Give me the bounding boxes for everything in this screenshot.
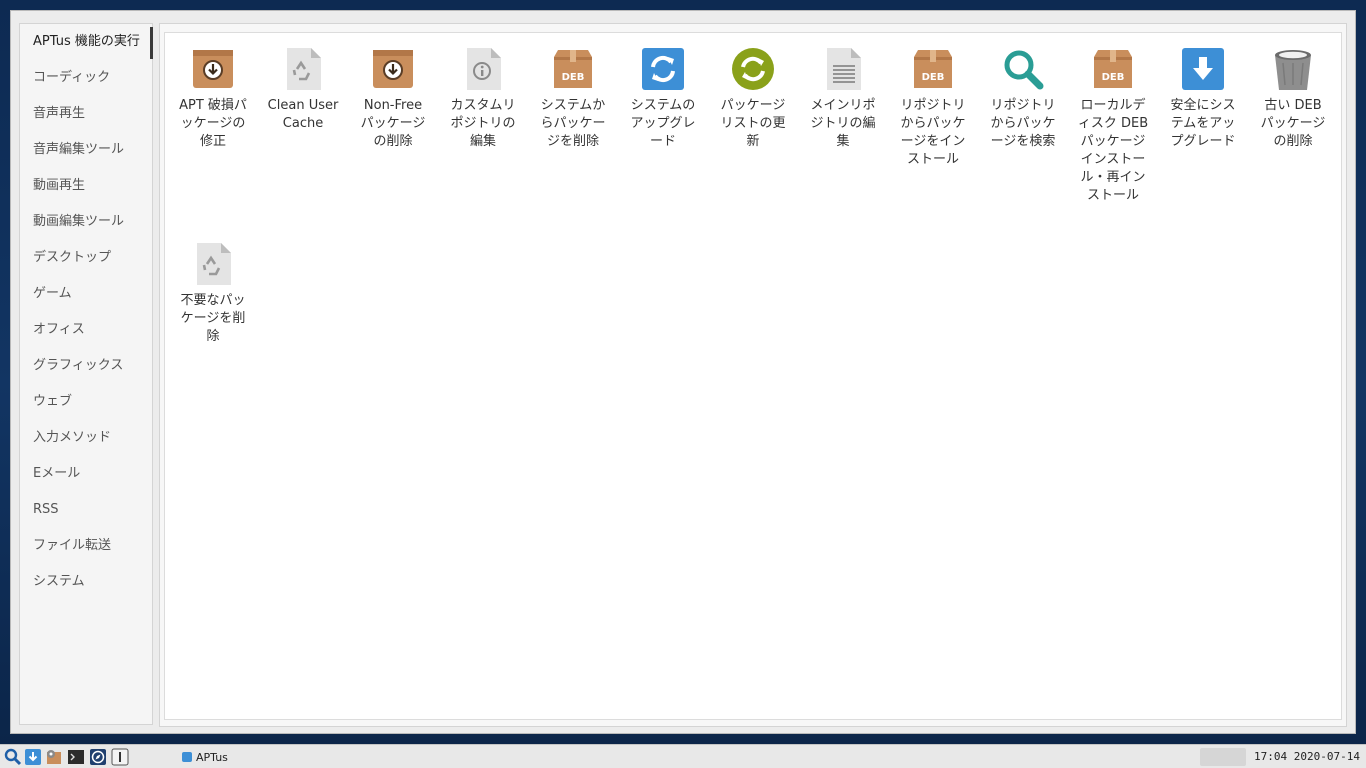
sidebar-item-6[interactable]: デスクトップ [20,240,152,276]
download-icon[interactable] [24,748,42,766]
svg-text:DEB: DEB [1102,72,1125,83]
deb-package-icon: DEB [911,47,955,91]
info-icon[interactable] [111,748,129,766]
browser-icon[interactable] [89,748,107,766]
system-tray[interactable] [1200,748,1246,766]
app-tile-10[interactable]: DEB ローカルディスク DEB パッケージ インストール・再インストール [1073,47,1153,205]
app-tile-6[interactable]: パッケージリストの更新 [713,47,793,151]
taskbar-task-label: APTus [196,750,228,764]
package-manager-icon[interactable] [45,748,63,766]
app-label: ローカルディスク DEB パッケージ インストール・再インストール [1077,98,1149,203]
search-icon [1001,47,1045,91]
deb-package-icon: DEB [551,47,595,91]
app-tile-13[interactable]: 不要なパッケージを削除 [173,242,253,346]
search-icon[interactable] [4,748,22,766]
app-label: パッケージリストの更新 [720,98,786,149]
app-tile-5[interactable]: システムのアップグレード [623,47,703,151]
category-sidebar: APTus 機能の実行 コーディック 音声再生 音声編集ツール 動画再生 動画編集ツールデ… [19,23,153,725]
terminal-icon[interactable] [67,748,85,766]
sidebar-item-5[interactable]: 動画編集ツール [20,204,152,240]
app-tile-2[interactable]: Non-Free パッケージの削除 [353,47,433,151]
deb-package-icon: DEB [1091,47,1135,91]
info-file-icon [461,47,505,91]
sidebar-item-2[interactable]: 音声再生 [20,96,152,132]
taskbar: APTus 17:04 2020-07-14 [0,744,1366,768]
taskbar-task-aptus[interactable]: APTus [176,747,234,767]
clock: 17:04 2020-07-14 [1254,750,1360,763]
recycle-file-icon [191,242,235,286]
app-label: Non-Free パッケージの削除 [360,98,426,149]
svg-text:DEB: DEB [562,72,585,83]
app-tile-4[interactable]: DEB システムからパッケージを削除 [533,47,613,151]
app-label: 不要なパッケージを削除 [180,293,246,344]
sync-icon [731,47,775,91]
app-tile-7[interactable]: メインリポジトリの編集 [803,47,883,151]
app-tile-12[interactable]: 古い DEB パッケージの削除 [1253,47,1333,151]
app-label: カスタムリポジトリの編集 [450,98,516,149]
app-label: リポジトリからパッケージを検索 [990,98,1056,149]
app-label: メインリポジトリの編集 [810,98,876,149]
app-label: システムのアップグレード [630,98,696,149]
app-tile-3[interactable]: カスタムリポジトリの編集 [443,47,523,151]
aptus-task-icon [182,752,192,762]
sidebar-item-0[interactable]: APTus 機能の実行 [20,24,153,60]
app-label: Clean User Cache [267,98,339,131]
app-grid-panel: APT 破損パッケージの修正 Clean User Cache Non-Free パ… [159,23,1347,727]
trash-icon [1271,47,1315,91]
sidebar-item-8[interactable]: オフィス [20,312,152,348]
app-tile-8[interactable]: DEB リポジトリからパッケージをインストール [893,47,973,169]
app-label: システムからパッケージを削除 [540,98,606,149]
app-tile-0[interactable]: APT 破損パッケージの修正 [173,47,253,151]
package-remove-icon [371,47,415,91]
sidebar-item-9[interactable]: グラフィックス [20,348,152,384]
sidebar-item-14[interactable]: ファイル転送 [20,528,152,564]
app-label: 古い DEB パッケージの削除 [1260,98,1326,149]
package-fix-icon [191,47,235,91]
sidebar-item-12[interactable]: Eメール [20,456,152,492]
text-file-icon [821,47,865,91]
app-label: 安全にシステムをアップグレード [1170,98,1236,149]
recycle-file-icon [281,47,325,91]
app-tile-9[interactable]: リポジトリからパッケージを検索 [983,47,1063,151]
sidebar-item-13[interactable]: RSS [20,492,152,528]
sidebar-item-4[interactable]: 動画再生 [20,168,152,204]
app-tile-11[interactable]: 安全にシステムをアップグレード [1163,47,1243,151]
refresh-icon [641,47,685,91]
app-label: リポジトリからパッケージをインストール [900,98,966,167]
svg-text:DEB: DEB [922,72,945,83]
sidebar-item-11[interactable]: 入力メソッド [20,420,152,456]
app-grid: APT 破損パッケージの修正 Clean User Cache Non-Free パ… [164,32,1342,720]
app-label: APT 破損パッケージの修正 [179,98,247,149]
sidebar-item-10[interactable]: ウェブ [20,384,152,420]
sidebar-item-3[interactable]: 音声編集ツール [20,132,152,168]
sidebar-item-7[interactable]: ゲーム [20,276,152,312]
app-tile-1[interactable]: Clean User Cache [263,47,343,133]
aptus-window: APTus 機能の実行 コーディック 音声再生 音声編集ツール 動画再生 動画編集ツールデ… [10,10,1356,734]
download-icon [1181,47,1225,91]
sidebar-item-15[interactable]: システム [20,564,152,600]
sidebar-item-1[interactable]: コーディック [20,60,152,96]
